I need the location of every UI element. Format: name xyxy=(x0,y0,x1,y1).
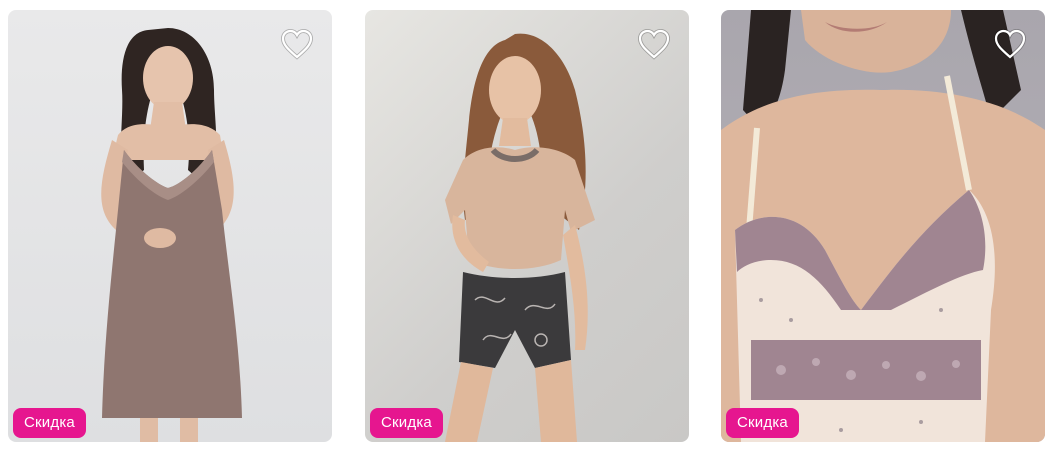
heart-outline-icon[interactable] xyxy=(280,28,314,60)
product-photo[interactable] xyxy=(721,10,1045,442)
product-photo[interactable] xyxy=(365,10,689,442)
product-card[interactable]: Скидка xyxy=(365,10,689,442)
discount-badge: Скидка xyxy=(370,408,443,438)
heart-outline-icon[interactable] xyxy=(637,28,671,60)
product-card[interactable]: Скидка xyxy=(721,10,1045,442)
product-grid: Скидка Скидка Скидка xyxy=(0,0,1052,450)
product-photo[interactable] xyxy=(8,10,332,442)
heart-outline-icon[interactable] xyxy=(993,28,1027,60)
discount-badge: Скидка xyxy=(726,408,799,438)
discount-badge: Скидка xyxy=(13,408,86,438)
product-card[interactable]: Скидка xyxy=(8,10,332,442)
